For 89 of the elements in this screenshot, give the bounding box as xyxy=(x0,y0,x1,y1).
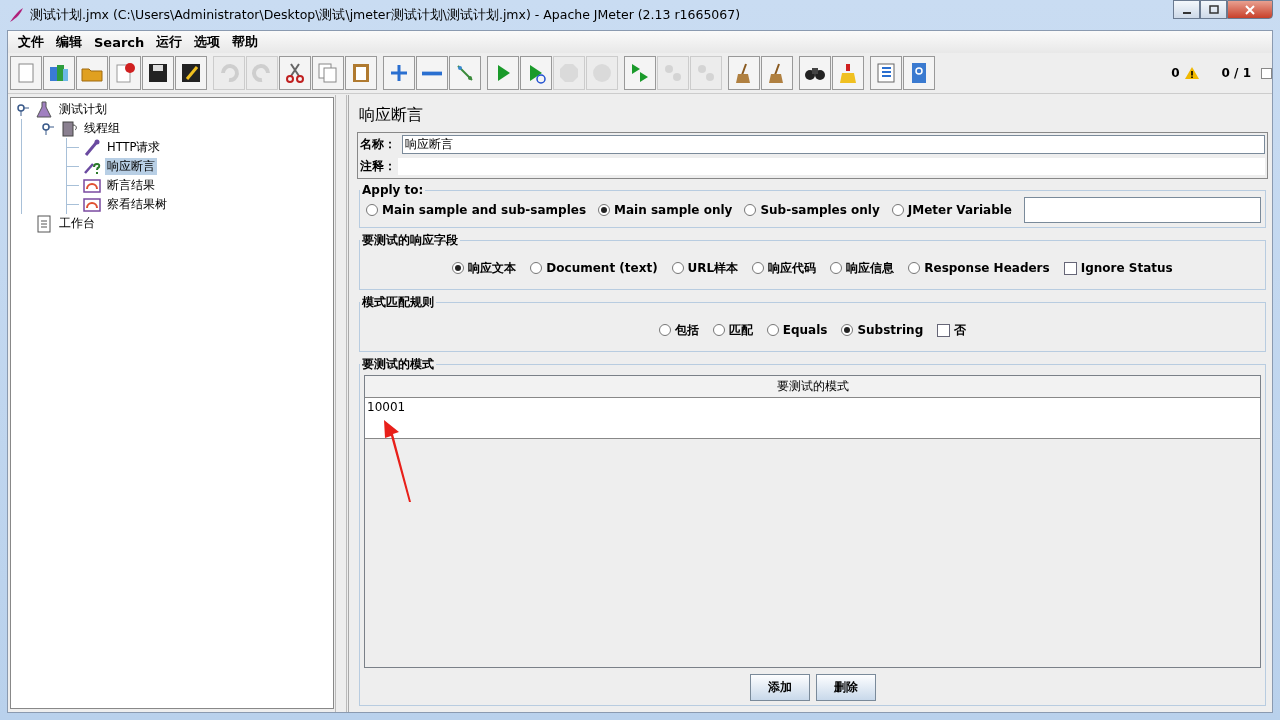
minus-icon xyxy=(420,70,444,76)
group-title: 模式匹配规则 xyxy=(361,294,435,311)
toolbar-save-button[interactable] xyxy=(142,56,174,90)
menu-item[interactable]: 帮助 xyxy=(227,33,264,51)
action-button[interactable]: 删除 xyxy=(815,674,876,701)
column-header: 要测试的模式 xyxy=(365,376,1260,398)
clipboard-icon xyxy=(35,214,53,233)
radio-option[interactable]: Substring xyxy=(841,323,924,337)
panel-title: 响应断言 xyxy=(358,104,424,126)
radio-option[interactable]: Main sample and sub-samples xyxy=(366,203,587,217)
toolbar-new-button[interactable] xyxy=(10,56,42,90)
tree-item[interactable]: 察看结果树 xyxy=(105,196,169,213)
radio-option[interactable]: 匹配 xyxy=(712,321,753,339)
radio-option[interactable]: JMeter Variable xyxy=(891,203,1012,217)
group-title: Apply to: xyxy=(361,183,425,197)
group-title: 要测试的模式 xyxy=(361,356,435,373)
gauge-icon xyxy=(83,195,101,214)
toolbar-search-button[interactable] xyxy=(799,56,831,90)
toolbar-toggle-button[interactable] xyxy=(449,56,481,90)
checkbox-option[interactable]: 否 xyxy=(937,321,967,339)
toolbar-clear-all-button[interactable] xyxy=(761,56,793,90)
menu-item[interactable]: 选项 xyxy=(189,33,226,51)
radio-option[interactable]: 包括 xyxy=(658,321,699,339)
name-label: 名称： xyxy=(360,136,397,153)
toolbar-remote-start-button[interactable] xyxy=(624,56,656,90)
tree-item[interactable]: 测试计划 xyxy=(57,101,109,118)
gauge-icon xyxy=(83,176,101,195)
toolbar-function-helper-button[interactable] xyxy=(870,56,902,90)
radio-option[interactable]: Response Headers xyxy=(908,261,1050,275)
flask-icon xyxy=(35,100,53,119)
status-indicator xyxy=(1261,67,1272,79)
radio-option[interactable]: Sub-samples only xyxy=(744,203,880,217)
list-icon xyxy=(874,61,898,85)
splitter-handle[interactable] xyxy=(335,95,347,712)
maximize-icon xyxy=(1207,4,1220,15)
radio-option[interactable]: Equals xyxy=(766,323,828,337)
maximize-button[interactable] xyxy=(1200,0,1227,19)
expand-handle-icon[interactable] xyxy=(42,122,54,135)
tree-item[interactable]: HTTP请求 xyxy=(105,139,163,156)
checkbox-option[interactable]: Ignore Status xyxy=(1063,261,1173,275)
toolbar-close-button[interactable] xyxy=(109,56,141,90)
thread-count: 0 / 1 xyxy=(1221,66,1251,80)
close-button[interactable] xyxy=(1227,0,1273,19)
window-title: 测试计划.jmx (C:\Users\Administrator\Desktop\测试\jmeter测试计划\测试计划.jmx) - Apache JMeter (2.13 r1665067) xyxy=(30,6,741,24)
toolbar-cut-button[interactable] xyxy=(279,56,311,90)
toolbar-reset-search-button[interactable] xyxy=(832,56,864,90)
minimize-icon xyxy=(1182,11,1191,14)
toolbar-paste-button[interactable] xyxy=(345,56,377,90)
radio-option[interactable]: 响应信息 xyxy=(830,259,895,277)
page-close-icon xyxy=(113,61,137,85)
toolbar-expand-button[interactable] xyxy=(383,56,415,90)
radio-option[interactable]: URL样本 xyxy=(671,259,739,277)
close-icon xyxy=(1244,4,1256,15)
menu-item[interactable]: Search xyxy=(89,34,150,50)
toolbar-start-no-timers-button[interactable] xyxy=(520,56,552,90)
error-count: 0 xyxy=(1171,66,1180,80)
tree-item[interactable]: 断言结果 xyxy=(105,177,157,194)
warning-icon xyxy=(1183,66,1200,80)
toolbar-save-as-button[interactable] xyxy=(175,56,207,90)
group-title: 要测试的响应字段 xyxy=(361,232,459,249)
radio-option[interactable]: 响应代码 xyxy=(752,259,817,277)
toolbar-copy-button[interactable] xyxy=(312,56,344,90)
toolbar-start-button[interactable] xyxy=(487,56,519,90)
radio-option[interactable]: Main sample only xyxy=(598,203,733,217)
menu-item[interactable]: 运行 xyxy=(151,33,188,51)
toolbar-help-button[interactable] xyxy=(903,56,935,90)
expand-handle-icon[interactable] xyxy=(17,103,29,116)
floppy-pencil-icon xyxy=(179,61,203,85)
toolbar-open-button[interactable] xyxy=(76,56,108,90)
variable-field[interactable] xyxy=(1024,197,1261,223)
spool-icon xyxy=(60,119,78,138)
scissors-icon xyxy=(283,61,307,85)
action-button[interactable]: 添加 xyxy=(749,674,810,701)
tree-item[interactable]: 响应断言 xyxy=(105,158,157,175)
menu-item[interactable]: 文件 xyxy=(13,33,49,51)
toolbar-clear-button[interactable] xyxy=(728,56,760,90)
minimize-button[interactable] xyxy=(1173,0,1200,19)
tree-item[interactable]: 线程组 xyxy=(82,120,122,137)
pipette-icon xyxy=(83,138,101,157)
name-field[interactable]: 响应断言 xyxy=(402,135,1265,154)
menu-item[interactable]: 编辑 xyxy=(51,33,87,51)
copy-icon xyxy=(316,61,340,85)
toolbar-collapse-button[interactable] xyxy=(416,56,448,90)
radio-option[interactable]: Document (text) xyxy=(530,261,658,275)
toolbar-templates-button[interactable] xyxy=(43,56,75,90)
tree-item[interactable]: 工作台 xyxy=(57,215,97,232)
radio-option[interactable]: 响应文本 xyxy=(452,259,517,277)
comment-label: 注释： xyxy=(360,158,397,175)
feather-icon xyxy=(8,7,24,23)
